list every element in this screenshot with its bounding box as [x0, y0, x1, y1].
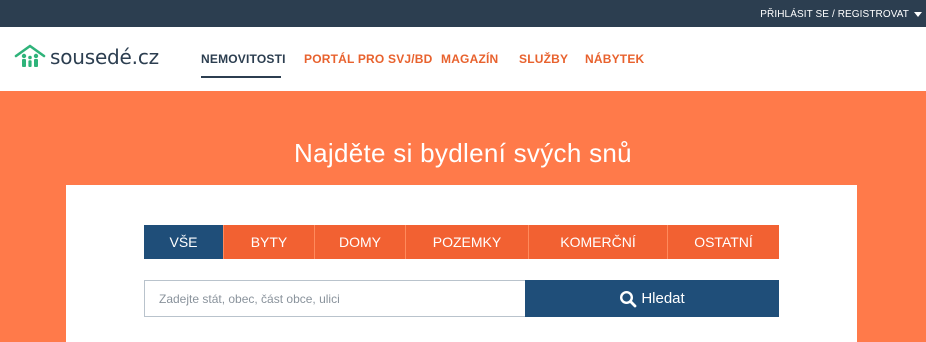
tab-pozemky[interactable]: POZEMKY: [405, 225, 528, 259]
search-button[interactable]: Hledat: [525, 280, 779, 317]
login-register-label: PŘIHLÁSIT SE / REGISTROVAT: [760, 9, 909, 20]
tab-domy[interactable]: DOMY: [314, 225, 405, 259]
tab-komercni[interactable]: KOMERČNÍ: [528, 225, 667, 259]
house-family-icon: [14, 44, 46, 67]
logo[interactable]: sousedé.cz: [14, 41, 159, 73]
nav-item-nabytek[interactable]: NÁBYTEK: [585, 52, 644, 66]
nav-item-sluzby[interactable]: SLUŽBY: [519, 52, 568, 66]
nav-item-magazin[interactable]: MAGAZÍN: [441, 52, 498, 66]
property-type-tabs: VŠE BYTY DOMY POZEMKY KOMERČNÍ OSTATNÍ: [144, 225, 779, 259]
caret-down-icon: [914, 12, 922, 17]
logo-text: sousedé.cz: [50, 45, 159, 69]
hero-title: Najděte si bydlení svých snů: [294, 138, 632, 168]
top-bar: PŘIHLÁSIT SE / REGISTROVAT: [0, 0, 926, 27]
nav-item-nemovitosti[interactable]: NEMOVITOSTI: [201, 52, 286, 66]
login-register-link[interactable]: PŘIHLÁSIT SE / REGISTROVAT: [760, 9, 922, 20]
tab-ostatni[interactable]: OSTATNÍ: [667, 225, 779, 259]
tab-byty[interactable]: BYTY: [223, 225, 314, 259]
search-icon: [620, 290, 637, 307]
location-search-input[interactable]: [144, 280, 525, 317]
search-button-label: Hledat: [641, 290, 685, 307]
nav-item-portal-pro-svj-bd[interactable]: PORTÁL PRO SVJ/BD: [304, 52, 433, 66]
main-navigation: sousedé.cz NEMOVITOSTI PORTÁL PRO SVJ/BD…: [0, 27, 926, 91]
search-card: [66, 185, 857, 342]
tab-vse[interactable]: VŠE: [144, 225, 223, 259]
active-nav-underline: [201, 76, 281, 78]
